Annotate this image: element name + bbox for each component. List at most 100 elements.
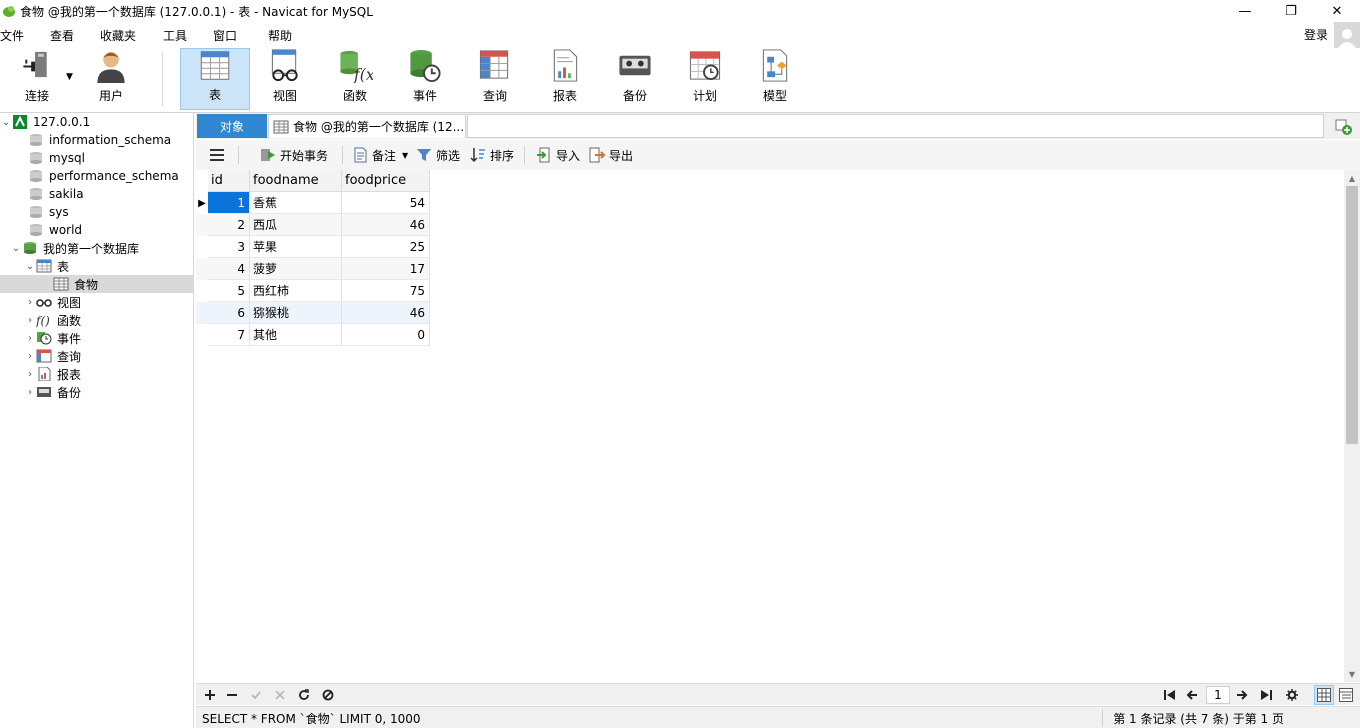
column-header-foodprice[interactable]: foodprice — [342, 170, 430, 192]
scrollbar-thumb[interactable] — [1346, 186, 1358, 444]
cell-foodprice[interactable]: 17 — [342, 258, 430, 280]
account-avatar[interactable] — [1334, 22, 1360, 48]
cell-foodprice[interactable]: 54 — [342, 192, 430, 214]
cell-foodprice[interactable]: 0 — [342, 324, 430, 346]
tree-functions-node[interactable]: › f() 函数 — [0, 311, 193, 329]
settings-button[interactable] — [1282, 686, 1302, 704]
vertical-scrollbar[interactable]: ▲ ▼ — [1344, 170, 1360, 682]
sort-button[interactable]: 排序 — [470, 145, 514, 165]
chevron-down-icon[interactable]: ⌄ — [0, 117, 12, 128]
cell-id[interactable]: 1 — [208, 192, 250, 214]
last-page-button[interactable] — [1256, 686, 1276, 704]
cell-id[interactable]: 4 — [208, 258, 250, 280]
toolbar-event-button[interactable]: 事件 — [390, 48, 460, 110]
cell-foodname[interactable]: 苹果 — [250, 236, 342, 258]
cell-id[interactable]: 5 — [208, 280, 250, 302]
tree-database[interactable]: information_schema — [0, 131, 193, 149]
chevron-down-icon[interactable]: ⌄ — [10, 243, 22, 254]
toolbar-model-button[interactable]: 模型 — [740, 48, 810, 110]
new-tab-button[interactable] — [1332, 116, 1356, 138]
table-row[interactable]: 4 菠萝 17 — [196, 258, 430, 280]
refresh-button[interactable] — [294, 686, 314, 704]
table-row[interactable]: 6 猕猴桃 46 — [196, 302, 430, 324]
close-button[interactable]: ✕ — [1314, 0, 1360, 22]
tree-events-node[interactable]: › 事件 — [0, 329, 193, 347]
first-page-button[interactable] — [1160, 686, 1180, 704]
toolbar-backup-button[interactable]: 备份 — [600, 48, 670, 110]
chevron-right-icon[interactable]: › — [24, 315, 36, 326]
tree-reports-node[interactable]: › 报表 — [0, 365, 193, 383]
discard-button[interactable] — [270, 686, 290, 704]
cell-id[interactable]: 2 — [208, 214, 250, 236]
cell-foodname[interactable]: 其他 — [250, 324, 342, 346]
scroll-down-icon[interactable]: ▼ — [1344, 666, 1360, 682]
delete-record-button[interactable] — [222, 686, 242, 704]
column-header-foodname[interactable]: foodname — [250, 170, 342, 192]
cell-foodprice[interactable]: 75 — [342, 280, 430, 302]
toolbar-query-button[interactable]: 查询 — [460, 48, 530, 110]
tree-tables-node[interactable]: ⌄ 表 — [0, 257, 193, 275]
tab-table-data[interactable]: 食物 @我的第一个数据库 (12... — [268, 114, 466, 138]
column-header-id[interactable]: id — [208, 170, 250, 192]
tree-database[interactable]: sys — [0, 203, 193, 221]
cell-foodname[interactable]: 香蕉 — [250, 192, 342, 214]
toolbar-schedule-button[interactable]: 计划 — [670, 48, 740, 110]
cell-id[interactable]: 3 — [208, 236, 250, 258]
menu-file[interactable]: 文件 — [0, 27, 24, 44]
cell-foodname[interactable]: 猕猴桃 — [250, 302, 342, 324]
tree-table-item[interactable]: 食物 — [0, 275, 193, 293]
table-row[interactable]: 7 其他 0 — [196, 324, 430, 346]
toolbar-user-button[interactable]: 用户 — [76, 48, 146, 110]
cell-foodprice[interactable]: 25 — [342, 236, 430, 258]
menu-favorites[interactable]: 收藏夹 — [100, 27, 136, 44]
export-button[interactable]: 导出 — [589, 145, 633, 165]
cell-foodprice[interactable]: 46 — [342, 214, 430, 236]
menu-help[interactable]: 帮助 — [268, 27, 292, 44]
chevron-right-icon[interactable]: › — [24, 369, 36, 380]
tree-views-node[interactable]: › 视图 — [0, 293, 193, 311]
dropdown-arrow-icon[interactable]: ▼ — [66, 72, 73, 82]
next-page-button[interactable] — [1232, 686, 1252, 704]
tree-queries-node[interactable]: › 查询 — [0, 347, 193, 365]
begin-transaction-button[interactable]: 开始事务 — [260, 145, 328, 165]
toolbar-report-button[interactable]: 报表 — [530, 48, 600, 110]
table-row[interactable]: 3 苹果 25 — [196, 236, 430, 258]
chevron-right-icon[interactable]: › — [24, 297, 36, 308]
page-number-input[interactable]: 1 — [1206, 686, 1230, 704]
toolbar-connection-button[interactable]: 连接 — [2, 48, 72, 110]
cell-id[interactable]: 6 — [208, 302, 250, 324]
toolbar-function-button[interactable]: f(x) 函数 — [320, 48, 390, 110]
tree-database[interactable]: mysql — [0, 149, 193, 167]
table-row[interactable]: ▶ 1 香蕉 54 — [196, 192, 430, 214]
table-row[interactable]: 5 西红柿 75 — [196, 280, 430, 302]
prev-page-button[interactable] — [1182, 686, 1202, 704]
toolbar-view-button[interactable]: 视图 — [250, 48, 320, 110]
menu-hamburger-button[interactable] — [210, 145, 224, 165]
apply-button[interactable] — [246, 686, 266, 704]
add-record-button[interactable] — [200, 686, 220, 704]
maximize-button[interactable]: ❐ — [1268, 0, 1314, 22]
cell-foodname[interactable]: 西瓜 — [250, 214, 342, 236]
tree-database[interactable]: performance_schema — [0, 167, 193, 185]
tree-database[interactable]: world — [0, 221, 193, 239]
form-view-button[interactable] — [1336, 685, 1356, 705]
chevron-right-icon[interactable]: › — [24, 333, 36, 344]
cell-id[interactable]: 7 — [208, 324, 250, 346]
toolbar-table-button[interactable]: 表 — [180, 48, 250, 110]
cell-foodname[interactable]: 西红柿 — [250, 280, 342, 302]
minimize-button[interactable]: — — [1222, 0, 1268, 22]
chevron-right-icon[interactable]: › — [24, 387, 36, 398]
chevron-right-icon[interactable]: › — [24, 351, 36, 362]
tab-objects[interactable]: 对象 — [197, 114, 267, 138]
tree-backups-node[interactable]: › 备份 — [0, 383, 193, 401]
menu-tools[interactable]: 工具 — [163, 27, 187, 44]
import-button[interactable]: 导入 — [536, 145, 580, 165]
scroll-up-icon[interactable]: ▲ — [1344, 170, 1360, 186]
memo-button[interactable]: 备注 ▼ — [352, 145, 408, 165]
table-row[interactable]: 2 西瓜 46 — [196, 214, 430, 236]
tree-database[interactable]: sakila — [0, 185, 193, 203]
filter-button[interactable]: 筛选 — [416, 145, 460, 165]
menu-window[interactable]: 窗口 — [213, 27, 237, 44]
tree-connection[interactable]: ⌄ 127.0.0.1 — [0, 113, 193, 131]
menu-view[interactable]: 查看 — [50, 27, 74, 44]
